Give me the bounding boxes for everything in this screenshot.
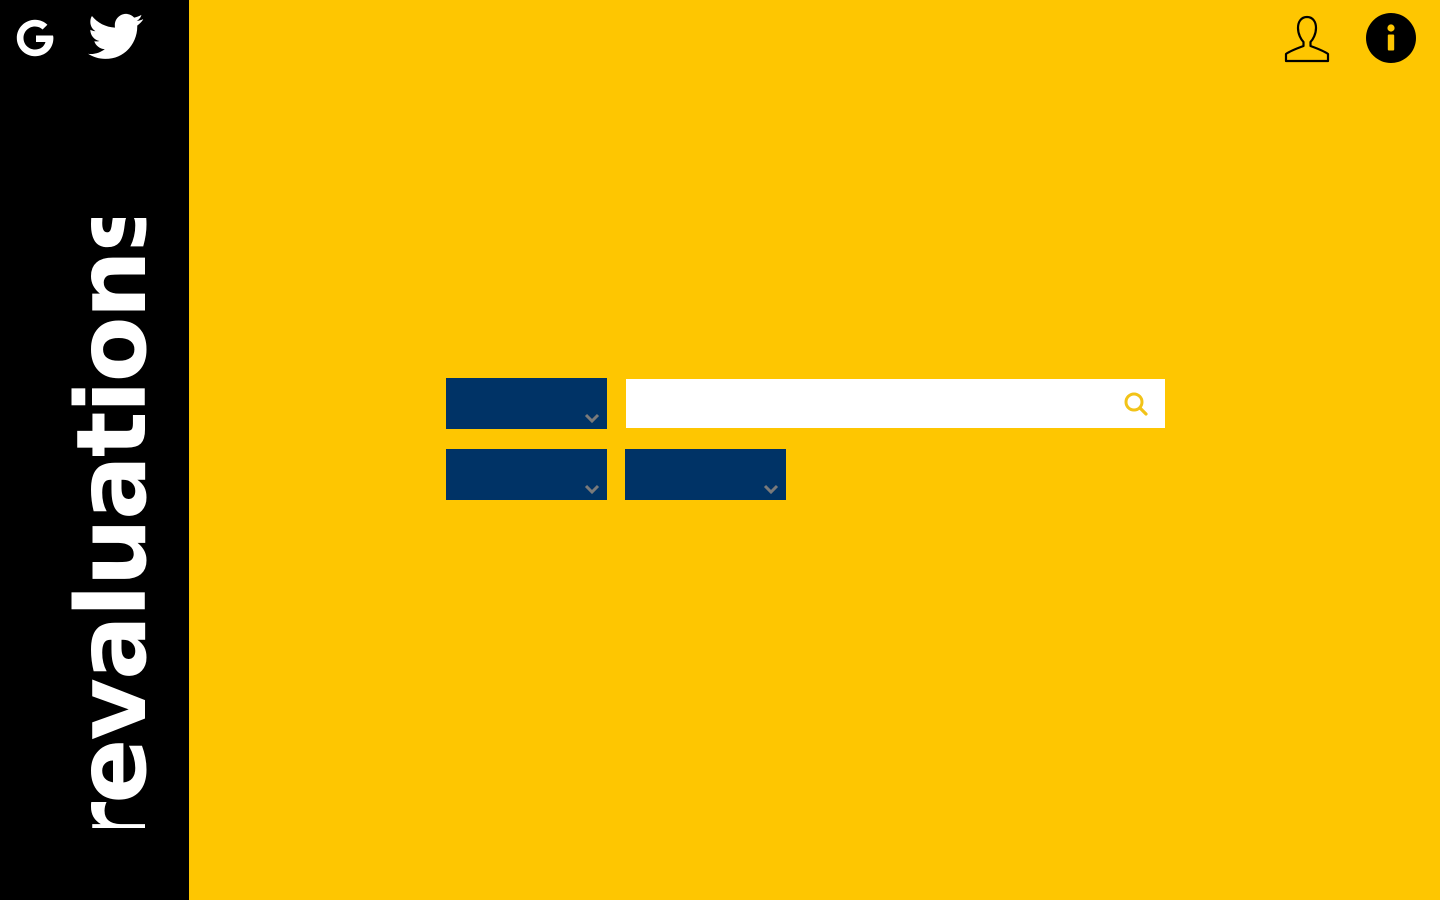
user-button[interactable] (1283, 14, 1331, 64)
info-icon (1387, 24, 1395, 51)
search-box (626, 379, 1165, 428)
brand-logo-frame: revaluations (68, 218, 156, 828)
brand-logo[interactable]: revaluations (68, 218, 156, 828)
twitter-link[interactable] (88, 13, 144, 61)
twitter-icon (88, 13, 144, 59)
filter-dropdown-2[interactable] (446, 449, 607, 500)
search-input[interactable] (626, 379, 1106, 428)
chevron-down-icon (763, 483, 779, 495)
sidebar: revaluations (0, 0, 189, 900)
chevron-down-icon (584, 483, 600, 495)
user-icon (1284, 15, 1330, 63)
google-icon (16, 19, 54, 57)
filter-dropdown-1[interactable] (446, 378, 607, 429)
search-button[interactable] (1123, 391, 1149, 417)
chevron-down-icon (584, 412, 600, 424)
filter-dropdown-3[interactable] (625, 449, 786, 500)
info-button[interactable] (1366, 13, 1416, 63)
google-link[interactable] (12, 15, 58, 61)
app-root: revaluations (0, 0, 1440, 900)
search-icon (1124, 392, 1148, 416)
